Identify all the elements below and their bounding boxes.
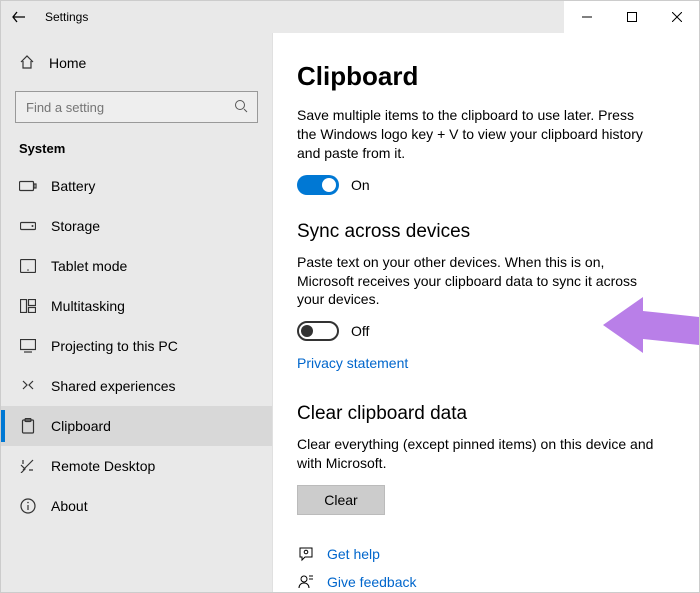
clear-heading: Clear clipboard data bbox=[297, 403, 675, 425]
tablet-icon bbox=[19, 257, 37, 275]
clipboard-icon bbox=[19, 417, 37, 435]
clear-button[interactable]: Clear bbox=[297, 485, 385, 515]
get-help-label: Get help bbox=[327, 546, 380, 562]
back-button[interactable] bbox=[1, 10, 37, 24]
help-icon bbox=[297, 545, 315, 563]
sidebar-item-label: Remote Desktop bbox=[51, 458, 155, 474]
settings-window: Settings Home System bbox=[0, 0, 700, 593]
sidebar-item-label: Projecting to this PC bbox=[51, 338, 178, 354]
history-description: Save multiple items to the clipboard to … bbox=[297, 106, 657, 163]
search-input[interactable] bbox=[15, 91, 258, 123]
minimize-button[interactable] bbox=[564, 1, 609, 33]
multitasking-icon bbox=[19, 297, 37, 315]
sync-toggle-row: Off bbox=[297, 321, 675, 341]
sidebar: Home System Battery Storage Tablet mode bbox=[1, 33, 273, 592]
feedback-link[interactable]: Give feedback bbox=[297, 573, 675, 591]
close-button[interactable] bbox=[654, 1, 699, 33]
sync-toggle-state: Off bbox=[351, 323, 369, 339]
sidebar-item-label: Tablet mode bbox=[51, 258, 127, 274]
sidebar-item-tablet[interactable]: Tablet mode bbox=[1, 246, 272, 286]
storage-icon bbox=[19, 217, 37, 235]
get-help-link[interactable]: Get help bbox=[297, 545, 675, 563]
sync-description: Paste text on your other devices. When t… bbox=[297, 253, 657, 310]
sync-heading: Sync across devices bbox=[297, 221, 675, 243]
about-icon bbox=[19, 497, 37, 515]
privacy-link[interactable]: Privacy statement bbox=[297, 355, 408, 371]
shared-icon bbox=[19, 377, 37, 395]
sidebar-item-label: Clipboard bbox=[51, 418, 111, 434]
sidebar-item-storage[interactable]: Storage bbox=[1, 206, 272, 246]
content: Clipboard Save multiple items to the cli… bbox=[273, 33, 699, 592]
window-title: Settings bbox=[45, 10, 88, 24]
history-toggle-row: On bbox=[297, 175, 675, 195]
history-toggle-state: On bbox=[351, 177, 370, 193]
clear-button-label: Clear bbox=[324, 492, 357, 508]
page-title: Clipboard bbox=[297, 61, 675, 92]
home-icon bbox=[19, 54, 35, 73]
projecting-icon bbox=[19, 337, 37, 355]
feedback-label: Give feedback bbox=[327, 574, 417, 590]
sidebar-item-about[interactable]: About bbox=[1, 486, 272, 526]
remote-icon bbox=[19, 457, 37, 475]
sync-toggle[interactable] bbox=[297, 321, 339, 341]
titlebar: Settings bbox=[1, 1, 699, 33]
sidebar-section: System bbox=[1, 137, 272, 166]
sidebar-item-label: Shared experiences bbox=[51, 378, 176, 394]
sidebar-item-shared[interactable]: Shared experiences bbox=[1, 366, 272, 406]
sidebar-item-battery[interactable]: Battery bbox=[1, 166, 272, 206]
body: Home System Battery Storage Tablet mode bbox=[1, 33, 699, 592]
home-button[interactable]: Home bbox=[1, 45, 272, 81]
search-wrap bbox=[15, 91, 258, 123]
sidebar-item-label: Multitasking bbox=[51, 298, 125, 314]
history-toggle[interactable] bbox=[297, 175, 339, 195]
sidebar-item-clipboard[interactable]: Clipboard bbox=[1, 406, 272, 446]
clear-description: Clear everything (except pinned items) o… bbox=[297, 435, 657, 473]
sidebar-item-remote[interactable]: Remote Desktop bbox=[1, 446, 272, 486]
maximize-button[interactable] bbox=[609, 1, 654, 33]
sidebar-item-projecting[interactable]: Projecting to this PC bbox=[1, 326, 272, 366]
sidebar-item-multitasking[interactable]: Multitasking bbox=[1, 286, 272, 326]
sidebar-item-label: Storage bbox=[51, 218, 100, 234]
home-label: Home bbox=[49, 55, 86, 71]
sidebar-item-label: About bbox=[51, 498, 88, 514]
search-icon bbox=[234, 99, 248, 113]
battery-icon bbox=[19, 177, 37, 195]
sidebar-item-label: Battery bbox=[51, 178, 95, 194]
feedback-icon bbox=[297, 573, 315, 591]
